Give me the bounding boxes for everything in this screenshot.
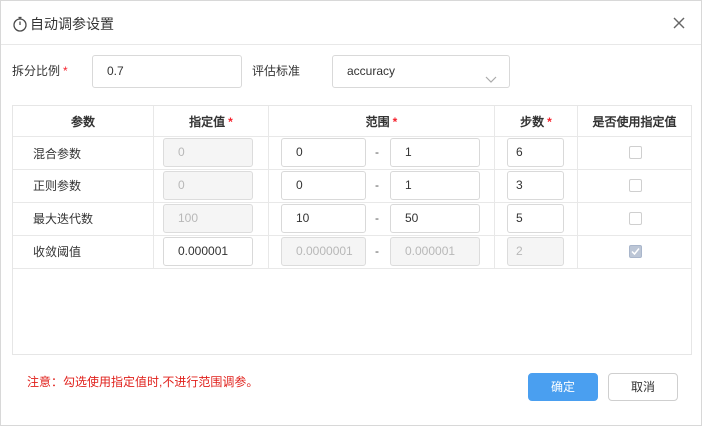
range-separator: -: [375, 244, 379, 258]
row-divider: [13, 169, 691, 170]
metric-select[interactable]: accuracy: [332, 55, 510, 88]
metric-select-value: accuracy: [347, 64, 396, 78]
param-name: 收敛阈值: [33, 245, 82, 259]
chevron-down-icon: [485, 66, 497, 83]
range-separator: -: [375, 211, 379, 225]
steps-input[interactable]: 6: [507, 138, 564, 167]
specified-value-input: 0: [163, 171, 253, 200]
header-param: 参数: [70, 115, 95, 129]
param-name: 正则参数: [33, 179, 82, 193]
split-ratio-label: 拆分比例 *: [12, 64, 68, 78]
column-divider: [153, 106, 154, 268]
param-name: 最大迭代数: [33, 212, 94, 226]
use-specified-checkbox[interactable]: [629, 245, 642, 258]
column-divider: [494, 106, 495, 268]
confirm-button[interactable]: 确定: [528, 373, 598, 401]
column-divider: [577, 106, 578, 268]
params-table: 参数 指定值 * 范围 * 步数 * 是否使用指定值 混合参数 0 0 - 1 6 正…: [12, 105, 692, 355]
use-specified-checkbox[interactable]: [629, 212, 642, 225]
close-icon[interactable]: [669, 13, 689, 33]
column-divider: [268, 106, 269, 268]
range-max-input[interactable]: 50: [390, 204, 480, 233]
range-max-input[interactable]: 1: [390, 138, 480, 167]
row-divider: [13, 202, 691, 203]
row-divider: [13, 136, 691, 137]
specified-value-input[interactable]: 0.000001: [163, 237, 253, 266]
range-min-input[interactable]: 10: [281, 204, 366, 233]
header-steps: 步数 *: [520, 115, 552, 129]
param-name: 混合参数: [33, 147, 82, 161]
use-specified-checkbox[interactable]: [629, 179, 642, 192]
cancel-button[interactable]: 取消: [608, 373, 678, 401]
steps-input[interactable]: 5: [507, 204, 564, 233]
range-separator: -: [375, 145, 379, 159]
range-min-input[interactable]: 0: [281, 171, 366, 200]
header-range: 范围 *: [365, 115, 398, 129]
auto-tune-dialog: 自动调参设置 拆分比例 * 0.7 评估标准 accuracy 参数 指定值 * 范…: [0, 0, 702, 426]
split-ratio-input[interactable]: 0.7: [92, 55, 242, 88]
specified-value-input: 100: [163, 204, 253, 233]
dialog-header: 自动调参设置: [1, 1, 701, 45]
note-text: 注意：勾选使用指定值时,不进行范围调参。: [27, 375, 259, 389]
steps-input[interactable]: 3: [507, 171, 564, 200]
range-separator: -: [375, 178, 379, 192]
header-use-specified: 是否使用指定值: [592, 115, 677, 129]
steps-input: 2: [507, 237, 564, 266]
use-specified-checkbox[interactable]: [629, 146, 642, 159]
specified-value-input: 0: [163, 138, 253, 167]
range-max-input[interactable]: 1: [390, 171, 480, 200]
range-min-input[interactable]: 0: [281, 138, 366, 167]
range-max-input: 0.000001: [390, 237, 480, 266]
range-min-input: 0.0000001: [281, 237, 366, 266]
row-divider: [13, 235, 691, 236]
metric-label: 评估标准: [252, 64, 301, 78]
header-specified: 指定值 *: [189, 115, 233, 129]
row-divider: [13, 268, 691, 269]
dialog-title: 自动调参设置: [30, 16, 114, 32]
checkmark-icon: [631, 248, 640, 256]
stopwatch-icon: [12, 16, 28, 32]
